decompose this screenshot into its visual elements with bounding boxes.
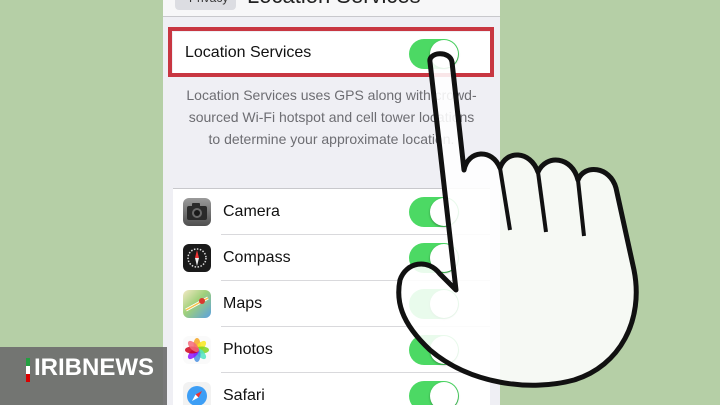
watermark-text: IRIBNEWS [34,354,154,381]
pointing-hand-icon [396,51,639,388]
iribnews-logo: IRIBNEWS [0,347,167,405]
flag-icon [26,358,30,382]
